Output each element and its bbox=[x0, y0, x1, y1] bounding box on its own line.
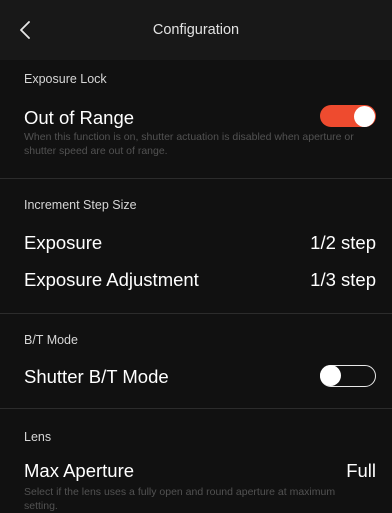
exposure-step-row[interactable]: Exposure 1/2 step bbox=[0, 228, 392, 260]
top-bar: Configuration bbox=[0, 0, 392, 60]
divider bbox=[0, 408, 392, 409]
divider bbox=[0, 313, 392, 314]
shutter-bt-mode-toggle[interactable] bbox=[320, 365, 376, 387]
out-of-range-label: Out of Range bbox=[24, 107, 135, 128]
max-aperture-row[interactable]: Max Aperture Full bbox=[0, 456, 392, 488]
exposure-adjustment-step-value: 1/3 step bbox=[310, 269, 376, 290]
out-of-range-toggle[interactable] bbox=[320, 105, 376, 127]
toggle-knob bbox=[320, 365, 341, 386]
exposure-step-value: 1/2 step bbox=[310, 232, 376, 253]
section-header-lens: Lens bbox=[24, 430, 52, 444]
shutter-bt-mode-row[interactable]: Shutter B/T Mode bbox=[0, 362, 392, 394]
section-header-exposure-lock: Exposure Lock bbox=[24, 72, 107, 86]
toggle-knob bbox=[354, 105, 375, 127]
exposure-adjustment-step-row[interactable]: Exposure Adjustment 1/3 step bbox=[0, 265, 392, 297]
out-of-range-description: When this function is on, shutter actuat… bbox=[24, 131, 354, 157]
shutter-bt-mode-label: Shutter B/T Mode bbox=[24, 366, 169, 387]
max-aperture-value: Full bbox=[346, 460, 376, 481]
divider bbox=[0, 178, 392, 179]
max-aperture-label: Max Aperture bbox=[24, 460, 135, 481]
page-title: Configuration bbox=[152, 22, 240, 38]
section-header-bt-mode: B/T Mode bbox=[24, 333, 78, 347]
exposure-adjustment-step-label: Exposure Adjustment bbox=[24, 269, 199, 290]
max-aperture-description: Select if the lens uses a fully open and… bbox=[24, 486, 336, 512]
section-header-increment-step-size: Increment Step Size bbox=[24, 198, 137, 212]
exposure-step-label: Exposure bbox=[24, 232, 103, 253]
